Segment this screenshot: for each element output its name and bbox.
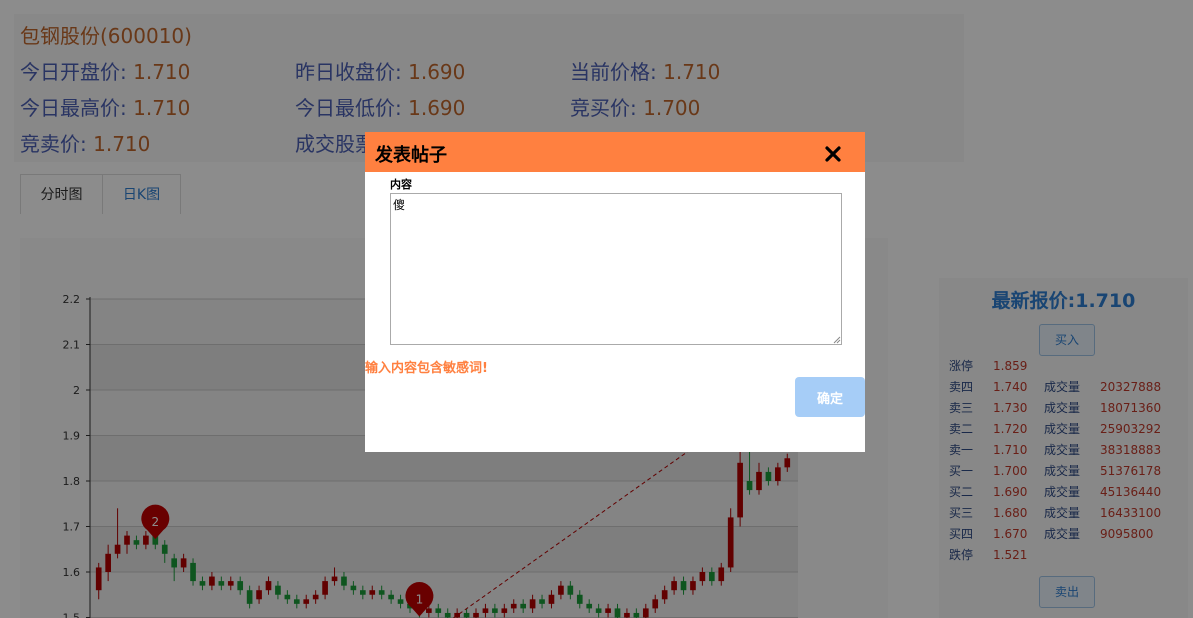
dialog-title: 发表帖子 (375, 145, 447, 166)
error-message: 输入内容包含敏感词! (365, 361, 488, 376)
close-icon[interactable] (821, 142, 845, 166)
content-textarea[interactable]: 傻 (390, 193, 842, 345)
dialog-header: 发表帖子 (365, 132, 865, 172)
content-label: 内容 (390, 178, 412, 191)
resize-grip-icon[interactable] (831, 334, 841, 344)
confirm-button[interactable]: 确定 (795, 377, 865, 417)
post-dialog: 发表帖子 内容 傻 输入内容包含敏感词! 确定 (365, 132, 865, 452)
